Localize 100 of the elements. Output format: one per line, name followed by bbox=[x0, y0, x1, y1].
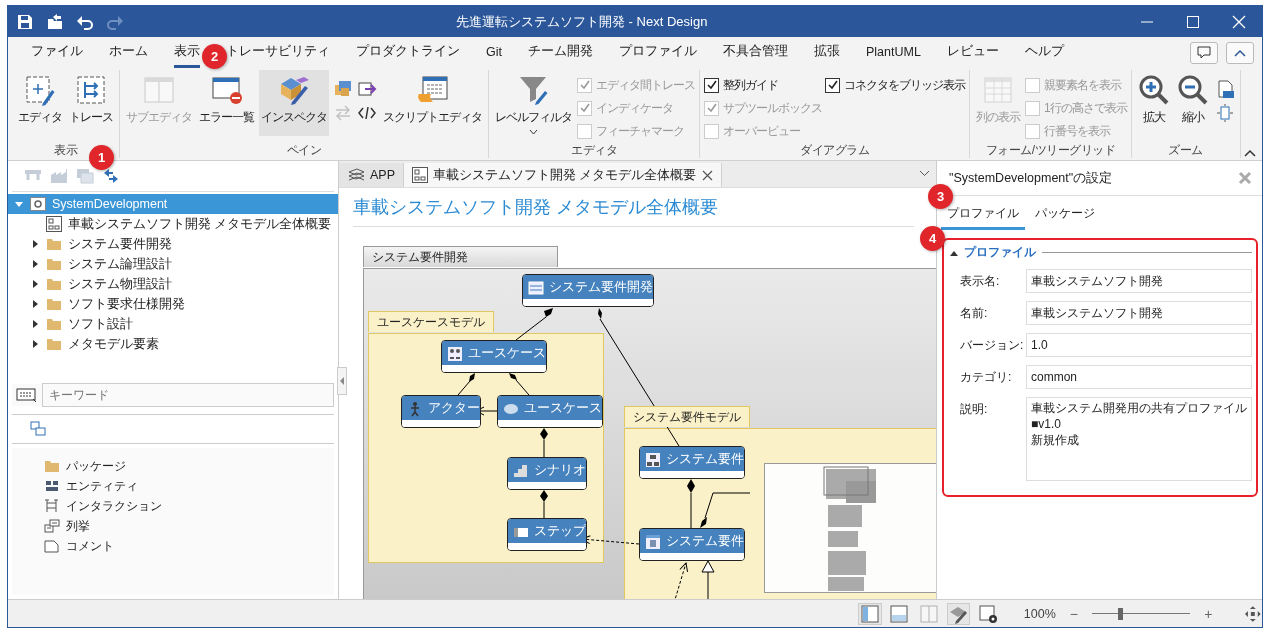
menu-tab[interactable]: レビュー bbox=[946, 37, 999, 68]
collapse-triangle-icon[interactable] bbox=[950, 249, 958, 256]
entity-node[interactable]: ユースケース bbox=[497, 395, 603, 428]
palette-item[interactable]: パッケージ bbox=[44, 456, 334, 476]
menu-tab[interactable]: 不具合管理 bbox=[723, 37, 788, 68]
menu-tab[interactable]: プロダクトライン bbox=[356, 37, 460, 68]
menu-tab[interactable]: Git bbox=[486, 38, 502, 67]
steps-icon bbox=[513, 462, 529, 479]
palette-item[interactable]: 列挙 bbox=[44, 516, 334, 536]
entity-node[interactable]: システム要件開発 bbox=[522, 274, 654, 307]
nested-boxes-icon[interactable] bbox=[30, 421, 46, 437]
close-icon[interactable] bbox=[701, 169, 713, 181]
slider-thumb[interactable] bbox=[1117, 607, 1123, 620]
zoom-in-icon bbox=[1137, 74, 1170, 106]
list-icon bbox=[528, 279, 544, 296]
maximize-icon[interactable] bbox=[1186, 14, 1200, 29]
group-label: 表示 bbox=[54, 142, 77, 158]
gear-box-icon bbox=[30, 197, 46, 211]
ribbon-button[interactable]: エラー一覧 bbox=[197, 70, 256, 136]
menu-tab[interactable]: 拡張 bbox=[814, 37, 840, 68]
palette-item[interactable]: インタラクション bbox=[44, 496, 334, 516]
connector bbox=[515, 308, 553, 341]
feedback-button[interactable] bbox=[1190, 41, 1218, 64]
entity-node[interactable]: システム要件 bbox=[639, 446, 745, 479]
ribbon-button[interactable]: レベルフィルタ bbox=[493, 70, 574, 139]
checkbox[interactable] bbox=[704, 77, 719, 93]
blocks-icon bbox=[44, 478, 60, 494]
save-icon[interactable] bbox=[16, 12, 34, 31]
chevron-up-icon[interactable] bbox=[1244, 149, 1256, 157]
zoom-out-button[interactable]: − bbox=[1069, 605, 1078, 622]
folder-icon bbox=[46, 337, 62, 351]
group-label: ペイン bbox=[286, 142, 322, 158]
input-field[interactable]: 車載システムソフト開発 bbox=[1026, 301, 1252, 325]
palette-item[interactable]: エンティティ bbox=[44, 476, 334, 496]
ribbon-button[interactable]: トレース bbox=[67, 70, 115, 136]
checkbox-label: コネクタをブリッジ表示 bbox=[844, 76, 965, 94]
swap-arrows-icon bbox=[333, 103, 353, 123]
ribbon-button[interactable]: 拡大 bbox=[1135, 70, 1172, 136]
arrows-link-icon[interactable] bbox=[102, 168, 120, 184]
search-field[interactable]: キーワード bbox=[42, 383, 334, 407]
text-area[interactable]: 車載システム開発用の共有プロファイル ■v1.0 新規作成 bbox=[1026, 397, 1252, 481]
group-label: ズーム bbox=[1168, 142, 1203, 158]
checkbox-label: 整列ガイド bbox=[723, 76, 778, 94]
entity-node[interactable]: ユースケース bbox=[441, 340, 547, 373]
input-field[interactable]: 車載システムソフト開発 bbox=[1026, 269, 1252, 293]
diagram-title: 車載システムソフト開発 メタモデル全体概要 bbox=[353, 196, 718, 219]
diagram-icon bbox=[46, 216, 62, 232]
tree-item[interactable]: システム論理設計 bbox=[8, 254, 338, 274]
inheritance-arrow bbox=[701, 560, 715, 599]
folder-arrow-icon[interactable] bbox=[46, 12, 64, 31]
menu-tab[interactable]: ヘルプ bbox=[1024, 37, 1064, 68]
view-button[interactable] bbox=[976, 602, 1000, 625]
field-label: 表示名: bbox=[959, 273, 1001, 290]
menu-tab[interactable]: トレーサビリティ bbox=[226, 37, 330, 68]
checkbox-label: フィーチャマーク bbox=[596, 122, 684, 140]
move-icon[interactable] bbox=[1244, 604, 1262, 623]
menu-tab[interactable]: 表示 bbox=[174, 37, 200, 68]
input-field[interactable]: common bbox=[1026, 365, 1252, 389]
window-gear-icon bbox=[978, 603, 999, 624]
palette-item[interactable]: コメント bbox=[44, 536, 334, 556]
panel-title: "SystemDevelopment"の設定 bbox=[949, 169, 1113, 187]
table-icon bbox=[982, 74, 1014, 106]
entity-node[interactable]: システム要件 bbox=[639, 528, 745, 561]
tree-item[interactable]: 車載システムソフト開発 メタモデル全体概要 bbox=[8, 214, 338, 234]
field-label: カテゴリ: bbox=[959, 369, 1013, 386]
frame-plus-icon bbox=[24, 74, 56, 106]
tree-item[interactable]: メタモデル要素 bbox=[8, 334, 338, 354]
ribbon-button[interactable]: エディタ bbox=[16, 70, 64, 136]
frame-arrows-icon bbox=[75, 74, 107, 106]
zoom-in-button[interactable]: + bbox=[1204, 605, 1213, 622]
menu-tab[interactable]: ホーム bbox=[109, 37, 148, 68]
connector bbox=[457, 373, 475, 396]
ribbon-button[interactable]: インスペクタ bbox=[259, 70, 329, 136]
document-tab[interactable]: 車載システムソフト開発 メタモデル全体概要 bbox=[404, 163, 722, 187]
tree-item[interactable]: ソフト要求仕様開発 bbox=[8, 294, 338, 314]
tree-item[interactable]: ソフト設計 bbox=[8, 314, 338, 334]
entity-node[interactable]: アクター bbox=[401, 395, 481, 428]
ribbon-button[interactable]: 縮小 bbox=[1174, 70, 1211, 136]
checkbox-label: サブツールボックス bbox=[723, 99, 822, 117]
collapse-ribbon-button[interactable] bbox=[1226, 41, 1254, 64]
ribbon-button[interactable]: スクリプトエディタ bbox=[381, 70, 484, 136]
view-button[interactable] bbox=[946, 602, 971, 625]
tree-item[interactable]: システム要件開発 bbox=[8, 234, 338, 254]
folder-icon bbox=[46, 257, 62, 271]
connector bbox=[687, 479, 695, 529]
menu-tab[interactable]: チーム開発 bbox=[528, 37, 593, 68]
document-tab[interactable]: APP bbox=[339, 163, 404, 187]
chevron-down-icon[interactable] bbox=[919, 170, 930, 177]
checkbox-label: オーバービュー bbox=[723, 122, 800, 140]
entity-node[interactable]: シナリオ bbox=[507, 457, 587, 490]
checkbox[interactable] bbox=[825, 77, 840, 93]
menu-tab[interactable]: ファイル bbox=[31, 37, 83, 68]
checkbox-label: インディケータ bbox=[596, 99, 673, 117]
input-field[interactable]: 1.0 bbox=[1026, 333, 1252, 357]
collapse-handle[interactable] bbox=[337, 367, 347, 395]
menu-tab[interactable]: PlantUML bbox=[866, 38, 921, 67]
inspector-tab[interactable]: パッケージ bbox=[1029, 202, 1101, 230]
entity-node[interactable]: ステップ bbox=[507, 518, 587, 551]
menu-tab[interactable]: プロファイル bbox=[619, 37, 697, 68]
tree-item[interactable]: システム物理設計 bbox=[8, 274, 338, 294]
